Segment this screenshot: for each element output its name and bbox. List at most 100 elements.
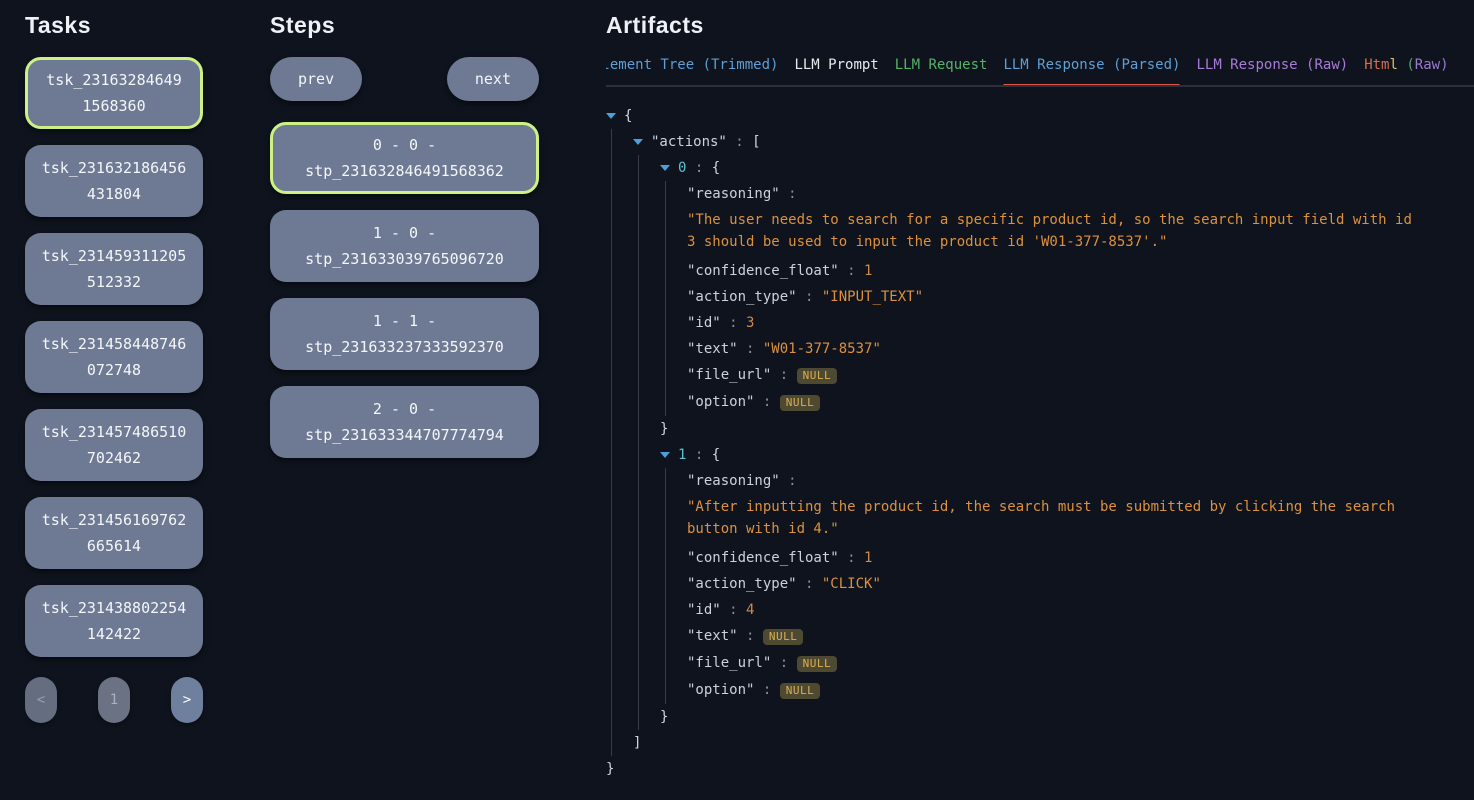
- tasks-panel: Tasks tsk_231632846491568360tsk_23163218…: [25, 12, 203, 723]
- json-token: "reasoning": [687, 473, 780, 489]
- json-token: "The user needs to search for a specific…: [687, 212, 1412, 250]
- pagination-next-button[interactable]: >: [171, 677, 203, 723]
- steps-heading: Steps: [270, 12, 539, 39]
- json-line: "After inputting the product id, the sea…: [687, 496, 1420, 540]
- json-token: :: [780, 186, 805, 202]
- json-node: 0 : {"reasoning" : "The user needs to se…: [660, 155, 1474, 442]
- tab-label-part: Htm: [1364, 57, 1389, 73]
- tab-label-part: (: [1398, 57, 1415, 73]
- json-token: "id": [687, 602, 721, 618]
- json-token: "W01-377-8537": [763, 341, 881, 357]
- tab-element-tree-trimmed[interactable]: Element Tree (Trimmed): [606, 57, 778, 85]
- expander-icon[interactable]: [606, 113, 616, 119]
- json-line: "file_url" : NULL: [687, 650, 1474, 677]
- step-item[interactable]: 1 - 1 - stp_231633237333592370: [270, 298, 539, 370]
- json-token: :: [839, 263, 864, 279]
- task-item[interactable]: tsk_231438802254142422: [25, 585, 203, 657]
- json-token: "After inputting the product id, the sea…: [687, 499, 1395, 537]
- json-token: "reasoning": [687, 186, 780, 202]
- json-line: "confidence_float" : 1: [687, 545, 1474, 571]
- json-token: "action_type": [687, 289, 797, 305]
- json-line: "The user needs to search for a specific…: [687, 209, 1420, 253]
- json-token: }: [660, 709, 668, 725]
- json-token: :: [721, 602, 746, 618]
- tab-llm-prompt[interactable]: LLM Prompt: [794, 57, 878, 85]
- json-token: "text": [687, 628, 738, 644]
- json-token: :: [797, 576, 822, 592]
- json-token: :: [771, 367, 796, 383]
- step-item[interactable]: 0 - 0 - stp_231632846491568362: [270, 122, 539, 194]
- json-token: {: [712, 160, 720, 176]
- json-token: :: [738, 341, 763, 357]
- task-item[interactable]: tsk_231459311205512332: [25, 233, 203, 305]
- json-line: "action_type" : "INPUT_TEXT": [687, 284, 1474, 310]
- step-list: 0 - 0 - stp_231632846491568362 1 - 0 - st…: [270, 122, 539, 458]
- expander-icon[interactable]: [660, 165, 670, 171]
- json-token: 4: [746, 602, 754, 618]
- prev-step-button[interactable]: prev: [270, 57, 362, 101]
- null-badge: NULL: [780, 683, 821, 699]
- json-token: 3: [746, 315, 754, 331]
- steps-nav: prev next: [270, 57, 539, 101]
- artifact-tabs: Element Tree (Trimmed) LLM Prompt LLM Requ…: [606, 57, 1474, 87]
- json-children: 0 : {"reasoning" : "The user needs to se…: [638, 155, 1474, 730]
- json-token: "id": [687, 315, 721, 331]
- tab-llm-request[interactable]: LLM Request: [895, 57, 988, 85]
- json-line: "file_url" : NULL: [687, 362, 1474, 389]
- json-token: :: [721, 315, 746, 331]
- json-children: "reasoning" : "The user needs to search …: [665, 181, 1474, 416]
- json-token: "CLICK": [822, 576, 881, 592]
- tab-llm-response-raw[interactable]: LLM Response (Raw): [1196, 57, 1348, 85]
- json-tree: {"actions" : [0 : {"reasoning" : "The us…: [606, 103, 1474, 782]
- tab-llm-response-parsed[interactable]: LLM Response (Parsed): [1003, 57, 1180, 85]
- json-node: "actions" : [0 : {"reasoning" : "The use…: [633, 129, 1474, 756]
- json-token: "text": [687, 341, 738, 357]
- null-badge: NULL: [763, 629, 804, 645]
- json-token: :: [686, 160, 711, 176]
- json-token: :: [686, 447, 711, 463]
- tab-label-part: Raw): [1415, 57, 1449, 73]
- expander-icon[interactable]: [660, 452, 670, 458]
- json-line: "reasoning" :: [687, 181, 1474, 207]
- json-line: ]: [633, 730, 1474, 756]
- json-token: :: [780, 473, 805, 489]
- json-token: "file_url": [687, 655, 771, 671]
- task-list: tsk_231632846491568360 tsk_23163218645643…: [25, 57, 203, 657]
- json-line: "option" : NULL: [687, 389, 1474, 416]
- json-line: 1 : {: [660, 442, 1474, 468]
- task-item[interactable]: tsk_231457486510702462: [25, 409, 203, 481]
- json-token: :: [754, 682, 779, 698]
- task-item[interactable]: tsk_231632186456431804: [25, 145, 203, 217]
- json-token: "confidence_float": [687, 263, 839, 279]
- json-token: 1: [864, 263, 872, 279]
- task-item[interactable]: tsk_231632846491568360: [25, 57, 203, 129]
- json-line: "reasoning" :: [687, 468, 1474, 494]
- pagination-page-button[interactable]: 1: [98, 677, 130, 723]
- json-token: {: [624, 108, 632, 124]
- json-line: "text" : "W01-377-8537": [687, 336, 1474, 362]
- json-token: "file_url": [687, 367, 771, 383]
- tab-label-part: l: [1389, 57, 1397, 73]
- expander-icon[interactable]: [633, 139, 643, 145]
- next-step-button[interactable]: next: [447, 57, 539, 101]
- json-token: "confidence_float": [687, 550, 839, 566]
- json-token: "option": [687, 682, 754, 698]
- json-line: "id" : 4: [687, 597, 1474, 623]
- json-token: :: [754, 394, 779, 410]
- steps-panel: Steps prev next 0 - 0 - stp_231632846491…: [270, 12, 539, 474]
- json-line: 0 : {: [660, 155, 1474, 181]
- null-badge: NULL: [780, 395, 821, 411]
- json-token: :: [839, 550, 864, 566]
- tab-html-raw[interactable]: Html (Raw): [1364, 57, 1448, 85]
- json-token: ]: [633, 735, 641, 751]
- json-token: "actions": [651, 134, 727, 150]
- json-node: {"actions" : [0 : {"reasoning" : "The us…: [606, 103, 1474, 782]
- task-item[interactable]: tsk_231456169762665614: [25, 497, 203, 569]
- step-item[interactable]: 1 - 0 - stp_231633039765096720: [270, 210, 539, 282]
- step-item[interactable]: 2 - 0 - stp_231633344707774794: [270, 386, 539, 458]
- null-badge: NULL: [797, 368, 838, 384]
- json-token: "INPUT_TEXT": [822, 289, 923, 305]
- json-line: }: [660, 704, 1474, 730]
- pagination-prev-button[interactable]: <: [25, 677, 57, 723]
- task-item[interactable]: tsk_231458448746072748: [25, 321, 203, 393]
